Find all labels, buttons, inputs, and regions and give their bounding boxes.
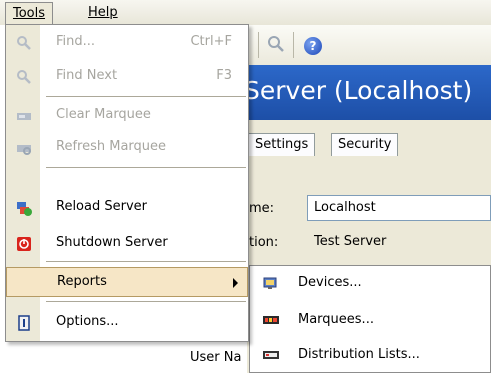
help-icon[interactable]: ? bbox=[304, 37, 322, 55]
toolbar-search-icon[interactable] bbox=[266, 34, 286, 54]
menu-item-reload-server[interactable]: Reload Server bbox=[6, 193, 248, 223]
menu-tools[interactable]: Tools bbox=[5, 2, 53, 24]
menu-item-label: Find Next bbox=[56, 68, 118, 83]
menu-item-find-next[interactable]: Find Next F3 bbox=[6, 62, 248, 92]
menu-item-shortcut: Ctrl+F bbox=[190, 34, 232, 49]
toolbar-separator bbox=[293, 32, 294, 58]
clear-marquee-icon bbox=[17, 113, 31, 120]
toolbar-separator bbox=[258, 32, 259, 58]
menu-item-label: Reload Server bbox=[56, 199, 147, 214]
menu-separator bbox=[46, 167, 246, 168]
menu-item-reports[interactable]: Reports bbox=[6, 267, 248, 297]
menu-item-label: Find... bbox=[56, 34, 96, 49]
tab-settings[interactable]: Settings bbox=[248, 133, 316, 156]
menu-item-label: Refresh Marquee bbox=[56, 139, 167, 154]
name-input[interactable]: Localhost bbox=[307, 195, 491, 221]
shutdown-server-icon bbox=[17, 237, 31, 251]
distribution-lists-icon bbox=[263, 351, 279, 359]
marquees-icon bbox=[263, 316, 279, 324]
submenu-item-devices[interactable]: Devices... bbox=[250, 269, 491, 299]
tools-menu: Find... Ctrl+F Find Next F3 Clear Marque… bbox=[5, 24, 249, 342]
tab-security[interactable]: Security bbox=[331, 133, 399, 156]
menu-separator bbox=[46, 96, 246, 97]
menu-item-label: Reports bbox=[57, 274, 107, 289]
find-icon bbox=[17, 36, 31, 50]
menu-separator bbox=[46, 261, 246, 262]
options-icon bbox=[18, 315, 30, 331]
window-title: Server (Localhost) bbox=[244, 76, 473, 105]
devices-icon bbox=[263, 277, 277, 289]
submenu-item-label: Devices... bbox=[298, 275, 362, 290]
find-next-icon bbox=[17, 70, 31, 84]
menu-item-find[interactable]: Find... Ctrl+F bbox=[6, 28, 248, 58]
submenu-item-marquees[interactable]: Marquees... bbox=[250, 306, 491, 336]
menu-tools-label: Tools bbox=[12, 6, 46, 21]
menu-item-shutdown-server[interactable]: Shutdown Server bbox=[6, 229, 248, 259]
reports-submenu: Devices... Marquees... Distribution List… bbox=[249, 265, 491, 373]
submenu-arrow-icon bbox=[233, 278, 238, 288]
reload-server-icon bbox=[17, 202, 32, 216]
submenu-item-label: Distribution Lists... bbox=[298, 347, 420, 362]
name-field-label: me: bbox=[249, 201, 275, 216]
menu-help[interactable]: Help bbox=[83, 3, 123, 23]
menu-item-label: Clear Marquee bbox=[56, 107, 151, 122]
menu-separator bbox=[46, 301, 246, 302]
submenu-item-distribution-lists[interactable]: Distribution Lists... bbox=[250, 341, 491, 371]
name-input-value: Localhost bbox=[314, 200, 376, 215]
menu-item-options[interactable]: Options... bbox=[6, 308, 248, 338]
menu-item-shortcut: F3 bbox=[216, 68, 232, 83]
menu-item-refresh-marquee[interactable]: Refresh Marquee bbox=[6, 133, 248, 163]
description-value[interactable]: Test Server bbox=[314, 234, 386, 249]
refresh-marquee-icon bbox=[17, 145, 31, 155]
user-name-label: User Na bbox=[190, 350, 242, 365]
menu-help-label: Help bbox=[88, 5, 118, 20]
menu-item-label: Options... bbox=[56, 314, 119, 329]
menu-item-label: Shutdown Server bbox=[56, 235, 168, 250]
submenu-item-label: Marquees... bbox=[298, 312, 374, 327]
menu-item-clear-marquee[interactable]: Clear Marquee bbox=[6, 101, 248, 131]
description-field-label: tion: bbox=[249, 235, 279, 250]
menu-bar: Tools Help bbox=[0, 0, 491, 25]
